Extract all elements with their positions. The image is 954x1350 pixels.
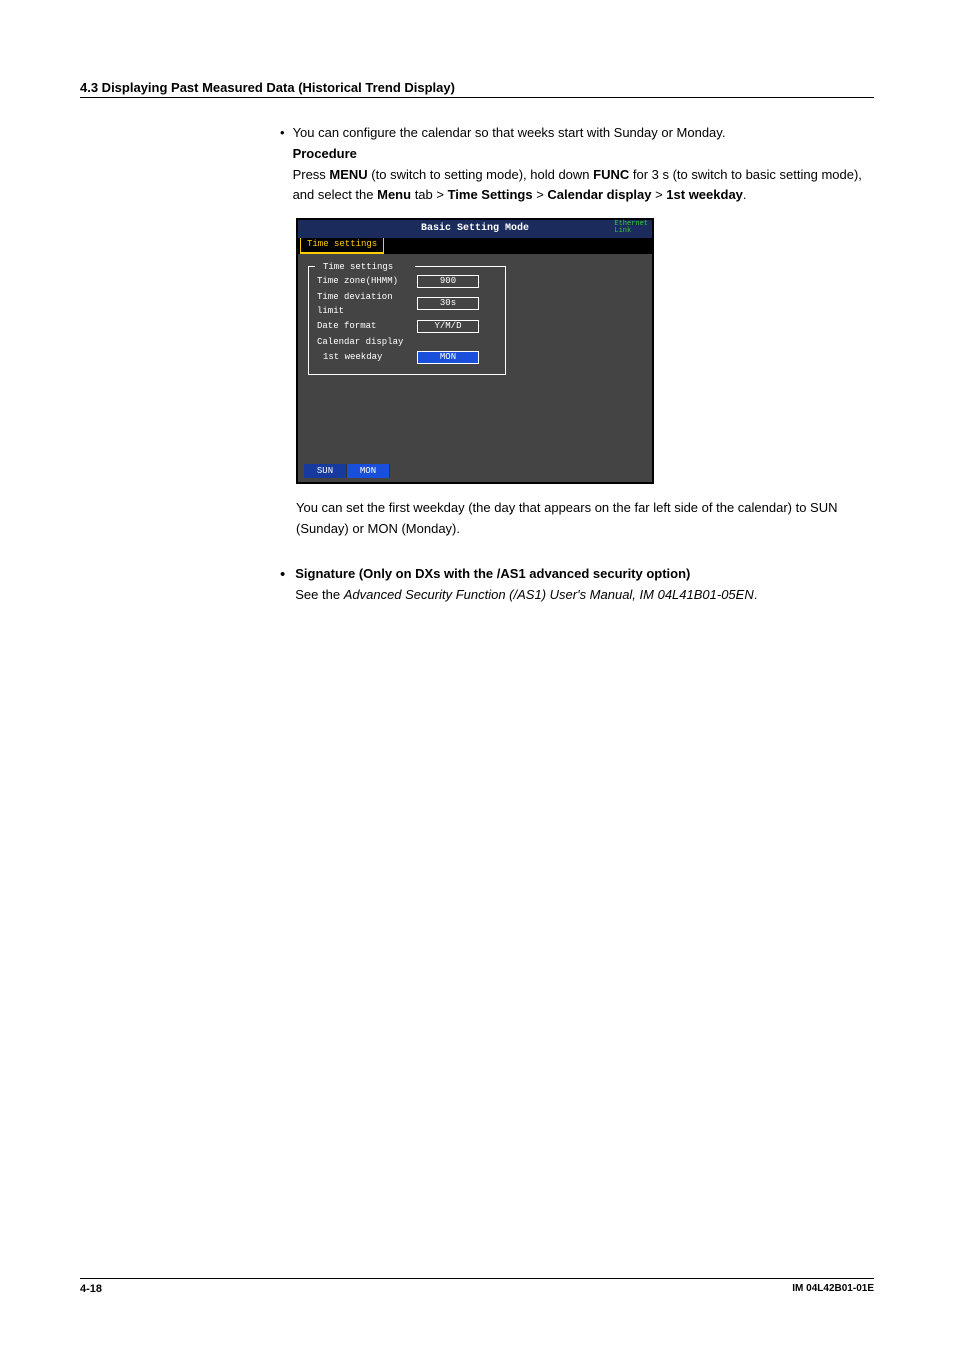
ss-ethernet-indicator: Ethernet Link bbox=[614, 221, 648, 235]
proc-t1: Press bbox=[293, 167, 330, 182]
proc-t4: tab > bbox=[411, 187, 448, 202]
proc-caldisplay: Calendar display bbox=[547, 187, 651, 202]
proc-t2: (to switch to setting mode), hold down bbox=[368, 167, 593, 182]
signature-post: . bbox=[754, 587, 758, 602]
ss-row-deviation-value[interactable]: 30s bbox=[417, 297, 479, 310]
ss-option-bar: SUN MON bbox=[304, 464, 390, 478]
ss-option-sun[interactable]: SUN bbox=[304, 464, 347, 478]
ss-fieldset: Time settings Time zone(HHMM) 900 Time d… bbox=[308, 266, 506, 374]
ss-row-1stweekday-label: 1st weekday bbox=[317, 350, 417, 364]
ss-eth2: Link bbox=[614, 227, 631, 235]
page-number: 4-18 bbox=[80, 1283, 102, 1295]
ss-row-dateformat-value[interactable]: Y/M/D bbox=[417, 320, 479, 333]
signature-pre: See the bbox=[295, 587, 343, 602]
ss-option-mon[interactable]: MON bbox=[347, 464, 390, 478]
bullet-dot-icon: • bbox=[280, 564, 285, 606]
signature-bullet: • Signature (Only on DXs with the /AS1 a… bbox=[280, 564, 874, 606]
ss-body: Time settings Time zone(HHMM) 900 Time d… bbox=[298, 254, 652, 482]
procedure-label: Procedure bbox=[293, 146, 357, 161]
signature-title: Signature (Only on DXs with the /AS1 adv… bbox=[295, 566, 690, 581]
bullet-dot-icon: • bbox=[280, 123, 285, 206]
signature-body: Signature (Only on DXs with the /AS1 adv… bbox=[295, 564, 757, 606]
ss-row-timezone: Time zone(HHMM) 900 bbox=[317, 274, 497, 288]
ss-row-calendardisplay-label: Calendar display bbox=[317, 335, 403, 349]
device-screenshot: Basic Setting Mode Ethernet Link Time se… bbox=[296, 218, 654, 484]
proc-t6: > bbox=[651, 187, 666, 202]
proc-menutab: Menu bbox=[377, 187, 411, 202]
intro-text: You can configure the calendar so that w… bbox=[293, 125, 726, 140]
ss-fieldset-legend: Time settings bbox=[321, 260, 395, 274]
proc-t7: . bbox=[743, 187, 747, 202]
signature-manual: Advanced Security Function (/AS1) User's… bbox=[344, 587, 754, 602]
proc-menu: MENU bbox=[329, 167, 367, 182]
ss-row-deviation-label: Time deviation limit bbox=[317, 290, 417, 319]
ss-row-1stweekday: 1st weekday MON bbox=[317, 350, 497, 364]
ss-row-dateformat: Date format Y/M/D bbox=[317, 319, 497, 333]
ss-row-timezone-label: Time zone(HHMM) bbox=[317, 274, 417, 288]
ss-row-calendardisplay: Calendar display bbox=[317, 335, 497, 349]
content-area: • You can configure the calendar so that… bbox=[280, 123, 874, 605]
section-header: 4.3 Displaying Past Measured Data (Histo… bbox=[80, 80, 874, 98]
after-screenshot-text: You can set the first weekday (the day t… bbox=[296, 498, 874, 540]
ss-row-deviation: Time deviation limit 30s bbox=[317, 290, 497, 319]
page-footer: 4-18 IM 04L42B01-01E bbox=[80, 1278, 874, 1295]
proc-func: FUNC bbox=[593, 167, 629, 182]
ss-header: Basic Setting Mode Ethernet Link bbox=[298, 220, 652, 238]
proc-t5: > bbox=[533, 187, 548, 202]
bullet-intro-body: You can configure the calendar so that w… bbox=[293, 123, 874, 206]
ss-row-1stweekday-value[interactable]: MON bbox=[417, 351, 479, 364]
ss-title: Basic Setting Mode bbox=[298, 221, 652, 237]
bullet-intro: • You can configure the calendar so that… bbox=[280, 123, 874, 206]
doc-number: IM 04L42B01-01E bbox=[792, 1283, 874, 1295]
ss-row-timezone-value[interactable]: 900 bbox=[417, 275, 479, 288]
proc-1stweekday: 1st weekday bbox=[666, 187, 743, 202]
ss-row-dateformat-label: Date format bbox=[317, 319, 417, 333]
proc-timesettings: Time Settings bbox=[448, 187, 533, 202]
ss-tabbar: Time settings bbox=[298, 238, 652, 254]
